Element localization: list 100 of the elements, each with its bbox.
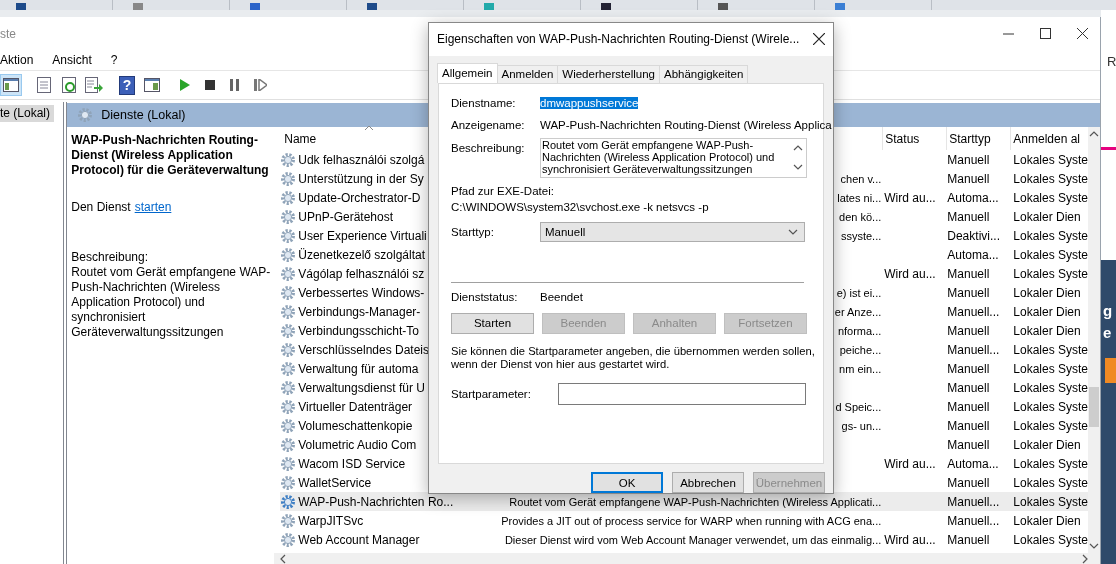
logon-account: Lokaler Dien	[1013, 513, 1081, 528]
display-name-value: WAP-Push-Nachrichten Routing-Dienst (Wireless Applica	[540, 118, 832, 131]
service-name: Unterstützung in der Sy	[298, 171, 424, 186]
gear-icon	[280, 398, 297, 415]
selected-row[interactable]: WAP-Push-Nachrichten Ro... Routet vom Gerät empfangene WAP-Push-Nachrichten (Wireless Applicati... Manuell... Lokales Syste	[280, 492, 1088, 511]
logon-account: Lokaler Dien	[1013, 323, 1081, 338]
service-description: peiche...	[839, 343, 882, 356]
menu-item[interactable]: Ansicht	[52, 53, 95, 67]
field-label: Beschreibung:	[451, 140, 526, 154]
gear-icon	[280, 246, 297, 263]
startup-type: Manuell	[947, 285, 990, 300]
logon-account: Lokales Syste	[1013, 532, 1088, 547]
toolbar-button[interactable]	[0, 74, 22, 96]
service-status: Wird au...	[884, 532, 936, 547]
dialog-button[interactable]: Abbrechen	[672, 472, 744, 493]
column-header[interactable]: Status	[882, 127, 947, 150]
resume-icon	[253, 79, 267, 91]
banner-text: e	[1102, 323, 1113, 343]
close-icon[interactable]	[813, 33, 825, 46]
startup-type-dropdown[interactable]: Manuell	[540, 221, 805, 242]
logon-account: Lokaler Dien	[1013, 209, 1081, 224]
sort-caret-icon	[363, 125, 374, 131]
logon-account: Lokales Syste	[1013, 380, 1088, 395]
startup-type: Manuell	[947, 361, 990, 376]
gear-icon	[77, 107, 94, 123]
vertical-scrollbar[interactable]	[1088, 127, 1100, 553]
startup-type: Automa...	[947, 456, 999, 471]
startup-type: Manuell	[947, 323, 990, 338]
menu-item[interactable]: Aktion	[0, 53, 37, 67]
service-name: UPnP-Gerätehost	[298, 209, 393, 224]
service-description: Routet vom Gerät empfangene WAP-Push-Nachrichten (Wireless Applicati...	[509, 495, 882, 508]
banner-text: g	[1102, 301, 1114, 321]
logon-account: Lokaler Dien	[1013, 285, 1081, 300]
scroll-down-icon[interactable]	[792, 164, 803, 171]
service-name: Volumetric Audio Com	[298, 437, 417, 452]
logon-account: Lokales Syste	[1013, 475, 1088, 490]
tree-item[interactable]: te (Lokal)	[0, 105, 54, 122]
startup-type: Manuell...	[947, 494, 1000, 509]
dialog-button[interactable]: OK	[591, 472, 663, 493]
service-description: ssyste...	[840, 229, 882, 242]
description-text: Routet vom Gerät empfangene WAP-Push-Nachrichten (Wireless Application Protocol) und synchronisiert Geräteverwaltungssitzungen	[71, 265, 272, 340]
service-name: WarpJITSvc	[298, 513, 364, 528]
description-field[interactable]: Routet vom Gerät empfangene WAP-Push-Nachrichten (Wireless Application Protocol) und synchronisiert Geräteverwaltungssitzungen	[540, 137, 807, 178]
service-name-field[interactable]: dmwappushservice	[540, 96, 639, 109]
logon-account: Lokales Syste	[1013, 494, 1088, 509]
column-header[interactable]: Starttyp	[946, 127, 1011, 150]
dropdown-caret-icon[interactable]	[788, 228, 798, 235]
dialog-tab[interactable]: Allgemein	[437, 62, 498, 83]
action-text: Den Dienst	[71, 200, 131, 214]
horizontal-scrollbar[interactable]	[274, 553, 1100, 564]
logon-account: Lokales Syste	[1013, 342, 1088, 357]
startup-type: Manuell	[947, 209, 990, 224]
service-title: WAP-Push-Nachrichten Routing-Dienst (Wireless Application Protocol) für die Geräteverwaltung	[71, 133, 270, 178]
service-control-button[interactable]: Starten	[451, 312, 534, 334]
gear-icon	[280, 208, 297, 225]
gear-icon	[280, 379, 297, 396]
menu-item[interactable]: ?	[110, 53, 121, 67]
gear-icon	[280, 170, 297, 187]
startup-type: Manuell	[947, 152, 990, 167]
startup-type: Manuell	[947, 171, 990, 186]
gear-icon	[280, 512, 297, 529]
close-icon[interactable]	[1077, 28, 1088, 39]
start-link[interactable]: starten	[134, 200, 172, 214]
scroll-down-icon[interactable]	[1089, 543, 1099, 549]
logon-account: Lokales Syste	[1013, 171, 1088, 186]
status-value: Beendet	[540, 290, 583, 303]
start-parameters-field[interactable]	[558, 382, 806, 405]
service-name: User Experience Virtuali	[298, 228, 427, 243]
startup-type: Manuell	[947, 399, 990, 414]
scroll-left-icon[interactable]	[280, 553, 287, 564]
toolbar-button[interactable]	[83, 74, 105, 96]
scroll-up-icon[interactable]	[792, 145, 803, 152]
startup-type: Manuell	[947, 380, 990, 395]
gear-icon	[280, 341, 297, 358]
dialog-tab[interactable]: Wiederherstellung	[557, 64, 660, 83]
startup-type: Manuell...	[947, 342, 1000, 357]
scroll-thumb[interactable]	[1089, 387, 1099, 427]
service-name: Web Account Manager	[298, 532, 420, 547]
gear-icon	[280, 417, 297, 434]
gear-icon	[280, 284, 297, 301]
service-description: er Anze...	[834, 305, 882, 318]
maximize-icon[interactable]	[1040, 28, 1051, 39]
service-name: WalletService	[298, 475, 372, 490]
scroll-up-icon[interactable]	[1089, 131, 1099, 137]
dialog-tab[interactable]: Abhängigkeiten	[659, 64, 749, 83]
gear-icon	[280, 474, 297, 491]
service-name: WAP-Push-Nachrichten Ro...	[298, 494, 454, 509]
startup-type: Deaktivi...	[947, 228, 1000, 243]
startup-type: Manuell	[947, 475, 990, 490]
gear-icon	[280, 455, 297, 472]
logon-account: Lokales Syste	[1013, 266, 1088, 281]
field-label: Starttyp:	[451, 225, 495, 238]
gear-icon	[280, 436, 297, 453]
logon-account: Lokales Syste	[1013, 418, 1088, 433]
stop-icon	[205, 80, 215, 90]
service-name: Udk felhasználói szolgá	[298, 152, 425, 167]
tree-pane-icon	[3, 78, 19, 92]
scroll-right-icon[interactable]	[1082, 553, 1088, 564]
gear-icon	[280, 151, 297, 168]
gear-icon	[280, 227, 297, 244]
